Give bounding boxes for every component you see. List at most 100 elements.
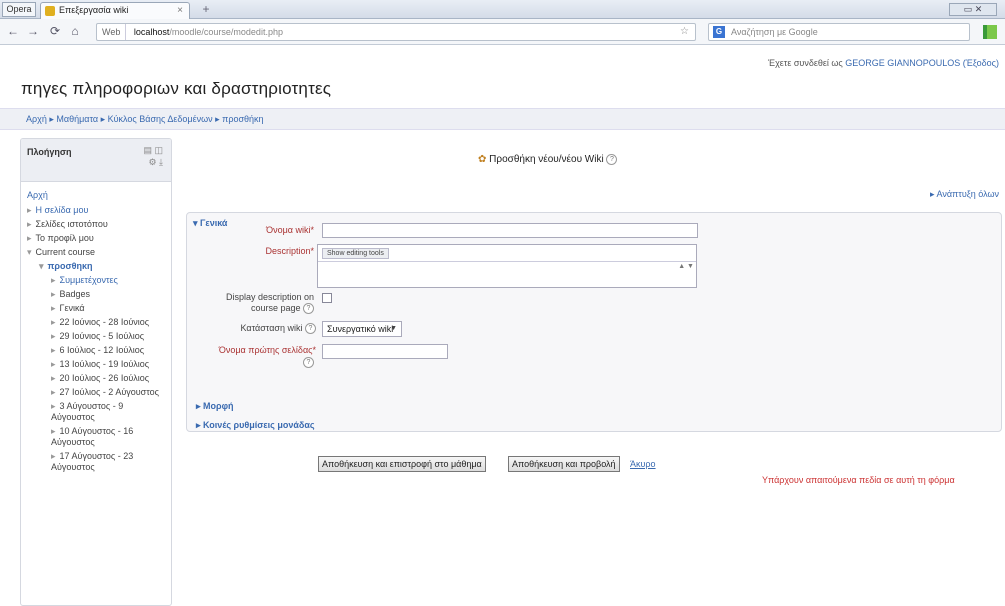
- sidebar-item-label: 27 Ιούλιος - 2 Αύγουστος: [59, 387, 159, 397]
- help-icon[interactable]: ?: [305, 323, 316, 335]
- sidebar-item[interactable]: ▸ 20 Ιούλιος - 26 Ιούλιος: [27, 373, 165, 384]
- description-label-text: Description: [265, 246, 311, 256]
- browser-tabbar: Opera Επεξεργασία wiki × + ▭ ✕: [0, 0, 1005, 19]
- browser-address-bar: ← → ⟳ ⌂ Web localhost/moodle/course/mode…: [0, 19, 1005, 45]
- chevron-right-icon[interactable]: ▸: [51, 359, 56, 369]
- navigation-block: Πλοήγηση ▤ ◫ ⚙ ⤓ Αρχή ▸ Η σελίδα μου ▸ Σελίδ…: [20, 138, 172, 606]
- search-engine-icon[interactable]: G: [713, 26, 725, 38]
- wiki-mode-select[interactable]: Συνεργατικό wiki ▼: [322, 321, 402, 337]
- forward-arrow-icon[interactable]: →: [26, 24, 40, 38]
- required-fields-note: Υπάρχουν απαιτούμενα πεδία σε αυτή τη φό…: [762, 475, 955, 485]
- sidebar-item-label: προσθηκη: [47, 261, 93, 271]
- sidebar-item[interactable]: ▸ Το προφίλ μου: [27, 233, 165, 244]
- sidebar-item[interactable]: ▸ 27 Ιούλιος - 2 Αύγουστος: [27, 387, 165, 398]
- first-page-name-input[interactable]: [322, 344, 448, 359]
- sidebar-item-label: 29 Ιούνιος - 5 Ιούλιος: [59, 331, 145, 341]
- chevron-right-icon[interactable]: ▸: [27, 219, 32, 229]
- extension-icon[interactable]: [983, 25, 997, 39]
- sidebar-item[interactable]: ▾ προσθηκη: [27, 261, 165, 272]
- section-common-module-settings[interactable]: ▸ Κοινές ρυθμίσεις μονάδας: [196, 420, 315, 431]
- cancel-button[interactable]: Άκυρο: [630, 459, 656, 469]
- wiki-icon: ✿: [478, 154, 487, 166]
- sidebar-item[interactable]: ▸ 17 Αύγουστος - 23 Αύγουστος: [27, 451, 165, 473]
- sidebar-item-label: Το προφίλ μου: [35, 233, 94, 243]
- chevron-right-icon[interactable]: ▸: [51, 373, 56, 383]
- sidebar-item[interactable]: ▸ Σελίδες ιστοτόπου: [27, 219, 165, 230]
- chevron-right-icon[interactable]: ▸: [51, 317, 56, 327]
- sidebar-item-label: Η σελίδα μου: [35, 205, 89, 215]
- browser-search-input[interactable]: G Αναζήτηση με Google: [708, 23, 970, 41]
- sidebar-item-label: 20 Ιούλιος - 26 Ιούλιος: [59, 373, 150, 383]
- chevron-right-icon[interactable]: ▸: [27, 233, 32, 243]
- sidebar-item[interactable]: ▸ Συμμετέχοντες: [27, 275, 165, 286]
- home-icon[interactable]: ⌂: [68, 24, 82, 38]
- sidebar-item-label: Συμμετέχοντες: [59, 275, 118, 285]
- sidebar-item[interactable]: ▸ 22 Ιούνιος - 28 Ιούνιος: [27, 317, 165, 328]
- login-info: Έχετε συνδεθεί ως GEORGE GIANNOPOULOS (Έ…: [768, 58, 999, 68]
- chevron-down-icon: ▼: [390, 325, 397, 332]
- save-and-return-button[interactable]: Αποθήκευση και επιστροφή στο μάθημα: [318, 456, 486, 472]
- chevron-down-icon[interactable]: ▾: [27, 247, 32, 257]
- wiki-mode-label-text: Κατάσταση wiki: [240, 323, 303, 333]
- chevron-right-icon[interactable]: ▸: [51, 401, 56, 411]
- page-heading-text: Προσθήκη νέου/νέου Wiki: [489, 154, 604, 166]
- bookmark-star-icon[interactable]: ☆: [680, 24, 689, 40]
- expand-all-link[interactable]: ▸ Ανάπτυξη όλων: [930, 189, 999, 200]
- wiki-name-label-text: Όνομα wiki: [266, 225, 311, 235]
- sidebar-item[interactable]: ▸ 10 Αύγουστος - 16 Αύγουστος: [27, 426, 165, 448]
- sidebar-item-label: Γενικά: [59, 303, 85, 313]
- textarea-scroll-arrows[interactable]: ▲ ▼: [678, 263, 694, 271]
- sidebar-item[interactable]: Αρχή: [27, 190, 165, 201]
- description-label: Description*: [230, 246, 314, 256]
- window-controls[interactable]: ▭ ✕: [949, 3, 997, 16]
- general-legend[interactable]: ▾ Γενικά: [193, 218, 227, 229]
- show-editing-tools-button[interactable]: Show editing tools: [322, 248, 389, 259]
- dock-icon[interactable]: ▤ ◫: [143, 145, 163, 156]
- page-heading: ✿ Προσθήκη νέου/νέου Wiki ?: [478, 154, 618, 166]
- sidebar-item[interactable]: ▸ 13 Ιούλιος - 19 Ιούλιος: [27, 359, 165, 370]
- description-textarea[interactable]: [318, 261, 696, 288]
- sidebar-item[interactable]: ▸ 6 Ιούλιος - 12 Ιούλιος: [27, 345, 165, 356]
- login-user-link[interactable]: GEORGE GIANNOPOULOS (Έξοδος): [845, 58, 999, 68]
- chevron-right-icon[interactable]: ▸: [51, 331, 56, 341]
- first-page-label-text: Όνομα πρώτης σελίδας: [218, 345, 313, 355]
- sidebar-item[interactable]: ▸ 3 Αύγουστος - 9 Αύγουστος: [27, 401, 165, 423]
- chevron-right-icon[interactable]: ▸: [27, 205, 32, 215]
- reload-icon[interactable]: ⟳: [48, 24, 62, 38]
- display-description-checkbox[interactable]: [322, 293, 332, 303]
- chevron-right-icon[interactable]: ▸: [51, 426, 56, 436]
- sidebar-item-label: 22 Ιούνιος - 28 Ιούνιος: [59, 317, 150, 327]
- sidebar-item[interactable]: ▸ Γενικά: [27, 303, 165, 314]
- sidebar-item[interactable]: ▸ Η σελίδα μου: [27, 205, 165, 216]
- new-tab-button[interactable]: +: [196, 3, 216, 17]
- url-field[interactable]: Web localhost/moodle/course/modedit.php …: [96, 23, 696, 41]
- chevron-down-icon[interactable]: ▾: [39, 261, 44, 271]
- chevron-right-icon[interactable]: ▸: [51, 451, 56, 461]
- wiki-name-input[interactable]: [322, 223, 698, 238]
- sidebar-item[interactable]: ▸ 29 Ιούνιος - 5 Ιούλιος: [27, 331, 165, 342]
- chevron-right-icon[interactable]: ▸: [51, 303, 56, 313]
- help-icon[interactable]: ?: [606, 154, 618, 165]
- breadcrumb[interactable]: Αρχή ▸ Μαθήματα ▸ Κύκλος Βάσης Δεδομένων…: [26, 114, 264, 125]
- chevron-right-icon[interactable]: ▸: [51, 387, 56, 397]
- opera-menu-button[interactable]: Opera: [2, 2, 36, 17]
- display-description-line2: course page: [250, 303, 301, 313]
- login-prefix: Έχετε συνδεθεί ως: [768, 58, 846, 68]
- sidebar-item-label: 6 Ιούλιος - 12 Ιούλιος: [59, 345, 145, 355]
- help-icon[interactable]: ?: [303, 357, 314, 369]
- settings-icon[interactable]: ⚙ ⤓: [148, 157, 163, 168]
- chevron-right-icon[interactable]: ▸: [51, 289, 56, 299]
- section-format[interactable]: ▸ Μορφή: [196, 401, 234, 412]
- chevron-right-icon[interactable]: ▸: [51, 345, 56, 355]
- description-editor: Show editing tools ▲ ▼: [317, 244, 697, 288]
- sidebar-item[interactable]: ▾ Current course: [27, 247, 165, 258]
- help-icon[interactable]: ?: [303, 303, 314, 315]
- browser-tab[interactable]: Επεξεργασία wiki ×: [40, 2, 190, 19]
- back-arrow-icon[interactable]: ←: [6, 24, 20, 38]
- url-path: /moodle/course/modedit.php: [169, 27, 283, 37]
- sidebar-item[interactable]: ▸ Badges: [27, 289, 165, 300]
- save-and-display-button[interactable]: Αποθήκευση και προβολή: [508, 456, 620, 472]
- chevron-right-icon[interactable]: ▸: [51, 275, 56, 285]
- security-badge[interactable]: Web: [97, 24, 127, 40]
- tab-close-icon[interactable]: ×: [177, 3, 183, 18]
